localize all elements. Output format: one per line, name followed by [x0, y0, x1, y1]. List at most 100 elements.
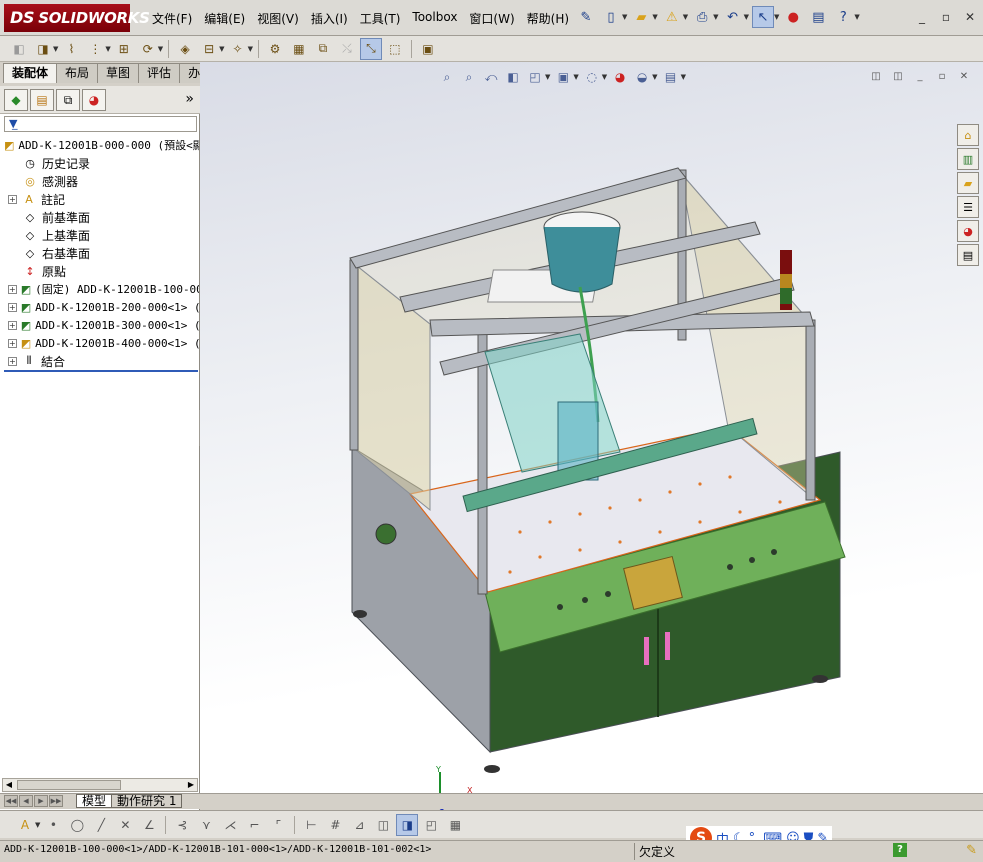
display-manager-tab-icon[interactable]: ◕ [82, 89, 106, 111]
select-pointer-icon[interactable]: ↖ [751, 6, 774, 28]
menu-view[interactable]: 视图(V) [251, 8, 305, 29]
close-icon[interactable]: ✕ [961, 8, 979, 26]
menu-insert[interactable]: 插入(I) [305, 8, 354, 29]
chevron-down-icon[interactable]: ▼ [713, 13, 718, 21]
solidworks-logo[interactable]: DS SOLIDWORKS [4, 4, 150, 32]
property-manager-tab-icon[interactable]: ▤ [30, 89, 54, 111]
expand-icon[interactable]: + [8, 194, 17, 204]
rebuild-warning-icon[interactable]: ⚠ [661, 6, 683, 28]
undo-icon[interactable]: ↶ [722, 6, 744, 28]
expand-icon[interactable]: + [8, 284, 17, 294]
tree-filter[interactable]: ▼̲ [4, 116, 197, 132]
menu-window[interactable]: 窗口(W) [463, 8, 520, 29]
convert-entities-icon[interactable]: ⊰ [171, 814, 193, 836]
menu-tools[interactable]: 工具(T) [354, 8, 407, 29]
open-folder-icon[interactable]: ▰ [630, 6, 652, 28]
chevron-down-icon[interactable]: ▼ [774, 13, 779, 21]
first-tab-icon[interactable]: ◀◀ [4, 795, 18, 807]
scroll-thumb[interactable] [17, 780, 121, 790]
corner-icon[interactable]: ⌐ [243, 814, 265, 836]
chevron-down-icon[interactable]: ▼ [105, 45, 110, 53]
tree-item-subassembly-400[interactable]: + ◩ ADD-K-12001B-400-000<1> (預設 [0, 334, 199, 352]
chevron-down-icon[interactable]: ▼ [854, 13, 859, 21]
tree-item-front-plane[interactable]: ◇ 前基準面 [0, 208, 199, 226]
smart-fasteners-icon[interactable]: ⊞ [113, 38, 135, 60]
menu-help[interactable]: 帮助(H) [521, 8, 575, 29]
insert-component-icon[interactable]: ◧ [8, 38, 30, 60]
tree-item-mates[interactable]: + ⫴ 結合 [0, 352, 199, 370]
tree-item-annotations[interactable]: + A 註記 [0, 190, 199, 208]
reference-geometry-icon[interactable]: ✧ [227, 38, 249, 60]
expand-icon[interactable]: + [8, 356, 17, 366]
instant3d-icon[interactable]: ⬚ [384, 38, 406, 60]
tree-horizontal-scrollbar[interactable]: ◀ ▶ [2, 778, 198, 792]
restore-icon[interactable]: ▫ [937, 8, 955, 26]
large-assembly-mode-icon[interactable]: ▣ [417, 38, 439, 60]
tab-sketch[interactable]: 草图 [97, 63, 140, 83]
configuration-manager-tab-icon[interactable]: ⧉ [56, 89, 80, 111]
exploded-view-icon[interactable]: ⧉ [312, 38, 334, 60]
tree-item-right-plane[interactable]: ◇ 右基準面 [0, 244, 199, 262]
tab-motion-study[interactable]: 動作研究 1 [111, 794, 183, 808]
offset-icon[interactable]: ⋎ [195, 814, 217, 836]
expand-panel-icon[interactable]: » [185, 91, 194, 107]
assembly-model[interactable] [200, 62, 983, 797]
cube-icon[interactable]: ◫ [372, 814, 394, 836]
relation-icon[interactable]: ⊿ [348, 814, 370, 836]
feature-manager-tab-icon[interactable]: ◆ [4, 89, 28, 111]
tree-item-top-plane[interactable]: ◇ 上基準面 [0, 226, 199, 244]
chevron-down-icon[interactable]: ▼ [652, 13, 657, 21]
menu-file[interactable]: 文件(F) [146, 8, 198, 29]
tab-layout[interactable]: 布局 [56, 63, 99, 83]
show-hidden-icon[interactable]: ◈ [174, 38, 196, 60]
pin-icon[interactable]: ✎ [575, 6, 597, 28]
expand-icon[interactable]: + [8, 302, 17, 312]
angle-icon[interactable]: ∠ [138, 814, 160, 836]
move-component-icon[interactable]: ⟳ [137, 38, 159, 60]
point-icon[interactable]: • [42, 814, 64, 836]
menu-toolbox[interactable]: Toolbox [406, 8, 463, 29]
annotation-icon[interactable]: A [14, 814, 36, 836]
expand-icon[interactable]: + [8, 338, 17, 348]
chevron-down-icon[interactable]: ▼ [683, 13, 688, 21]
assembly-features-icon[interactable]: ⊟ [198, 38, 220, 60]
interference-detection-icon[interactable]: ⤡ [359, 37, 382, 60]
trim-icon[interactable]: ✕ [114, 814, 136, 836]
prev-tab-icon[interactable]: ◀ [19, 795, 33, 807]
chevron-down-icon[interactable]: ▼ [35, 821, 40, 829]
rebuild-pen-icon[interactable]: ✎ [966, 843, 977, 858]
filter-icon[interactable]: ▼̲ [9, 117, 17, 130]
tree-item-subassembly-100[interactable]: + ◩ (固定) ADD-K-12001B-100-000<1> [0, 280, 199, 298]
print-icon[interactable]: ⎙ [691, 6, 713, 28]
table-icon[interactable]: ▦ [444, 814, 466, 836]
bill-of-materials-icon[interactable]: ▦ [288, 38, 310, 60]
traffic-light-icon[interactable]: ● [782, 6, 804, 28]
new-part-icon[interactable]: ◨ [32, 38, 54, 60]
tree-root[interactable]: ◩ ADD-K-12001B-000-000 (預設<顯示狀態-1>) [0, 136, 199, 154]
shaded-cube-icon[interactable]: ◨ [396, 813, 419, 836]
scroll-left-icon[interactable]: ◀ [3, 779, 15, 791]
circle-icon[interactable]: ◯ [66, 814, 88, 836]
graphics-area[interactable]: ⌕ ⌕ ⤺ ◧ ◰ ▼ ▣ ▼ ◌ ▼ ◕ ◒ ▼ ▤ ▼ ◫ ◫ _ ▫ ✕ ⌂ ▥ ▰… [200, 62, 983, 822]
grid-icon[interactable]: # [324, 814, 346, 836]
dimension-icon[interactable]: ⊢ [300, 814, 322, 836]
tree-item-origin[interactable]: ↕ 原點 [0, 262, 199, 280]
help-icon[interactable]: ? [832, 6, 854, 28]
dashed-corner-icon[interactable]: ⌜ [267, 814, 289, 836]
tree-item-subassembly-200[interactable]: + ◩ ADD-K-12001B-200-000<1> (預設 [0, 298, 199, 316]
new-document-icon[interactable]: ▯ [600, 6, 622, 28]
expand-icon[interactable]: + [8, 320, 17, 330]
mate-icon[interactable]: ⌇ [60, 38, 82, 60]
camera-icon[interactable]: ◰ [420, 814, 442, 836]
chevron-down-icon[interactable]: ▼ [219, 45, 224, 53]
line-icon[interactable]: ╱ [90, 814, 112, 836]
tab-evaluate[interactable]: 评估 [138, 63, 181, 83]
chevron-down-icon[interactable]: ▼ [248, 45, 253, 53]
chevron-down-icon[interactable]: ▼ [158, 45, 163, 53]
tab-model[interactable]: 模型 [76, 794, 113, 808]
chevron-down-icon[interactable]: ▼ [622, 13, 627, 21]
chevron-down-icon[interactable]: ▼ [744, 13, 749, 21]
help-status-icon[interactable]: ? [893, 843, 907, 857]
linear-pattern-icon[interactable]: ⋮ [84, 38, 106, 60]
chevron-down-icon[interactable]: ▼ [53, 45, 58, 53]
